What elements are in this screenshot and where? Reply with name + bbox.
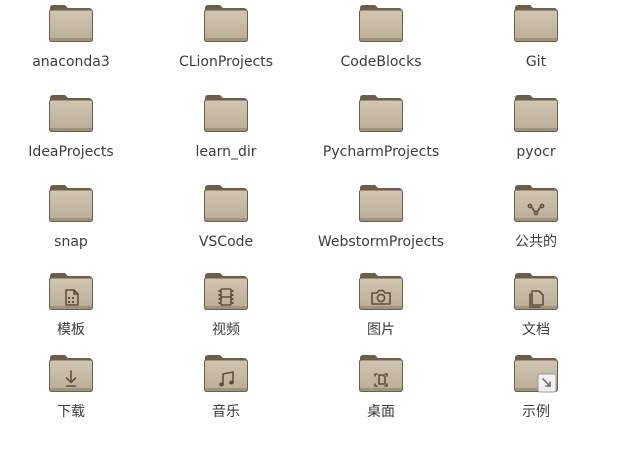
folder-item[interactable]: Git [466,2,606,70]
folder-label: WebstormProjects [317,234,445,250]
file-icon-grid: anaconda3 CLionProjects CodeBlocks Git IdeaP… [0,0,637,450]
folder-templates-icon [48,270,94,312]
folder-label: CLionProjects [178,54,274,70]
folder-icon [513,92,559,134]
folder-item[interactable]: CodeBlocks [311,2,451,70]
folder-public-share-icon [513,182,559,224]
folder-label: 图片 [367,322,395,338]
folder-label: PycharmProjects [322,144,440,160]
folder-item[interactable]: pyocr [466,92,606,160]
folder-item[interactable]: 公共的 [466,182,606,250]
folder-item[interactable]: 音乐 [156,352,296,420]
folder-icon [358,182,404,224]
folder-documents-icon [513,270,559,312]
folder-label: 视频 [212,322,240,338]
folder-item[interactable]: learn_dir [156,92,296,160]
folder-item[interactable]: 桌面 [311,352,451,420]
folder-item[interactable]: 示例 [466,352,606,420]
folder-label: 示例 [522,404,550,420]
folder-item[interactable]: 下载 [1,352,141,420]
folder-label: 模板 [57,322,85,338]
folder-label: 桌面 [367,404,395,420]
folder-label: IdeaProjects [28,144,114,160]
folder-icon [358,2,404,44]
folder-item[interactable]: WebstormProjects [311,182,451,250]
folder-icon [203,92,249,134]
folder-label: learn_dir [195,144,257,160]
folder-label: 音乐 [212,404,240,420]
folder-item[interactable]: 视频 [156,270,296,338]
folder-label: 文档 [522,322,550,338]
folder-item[interactable]: PycharmProjects [311,92,451,160]
folder-icon [513,2,559,44]
folder-icon [48,182,94,224]
folder-icon [203,2,249,44]
folder-label: 下载 [57,404,85,420]
folder-videos-icon [203,270,249,312]
folder-label: anaconda3 [32,54,110,70]
folder-icon [48,2,94,44]
folder-music-icon [203,352,249,394]
folder-icon [203,182,249,224]
folder-label: snap [54,234,88,250]
folder-label: VSCode [198,234,254,250]
folder-item[interactable]: 文档 [466,270,606,338]
folder-item[interactable]: CLionProjects [156,2,296,70]
folder-icon [358,92,404,134]
folder-download-icon [48,352,94,394]
folder-desktop-icon [358,352,404,394]
folder-item[interactable]: VSCode [156,182,296,250]
folder-label: pyocr [516,144,556,160]
folder-label: Git [525,54,547,70]
folder-label: 公共的 [515,234,557,250]
folder-label: CodeBlocks [340,54,422,70]
folder-item[interactable]: IdeaProjects [1,92,141,160]
folder-icon [48,92,94,134]
folder-item[interactable]: 模板 [1,270,141,338]
folder-pictures-icon [358,270,404,312]
folder-symlink-icon [513,352,559,394]
folder-item[interactable]: snap [1,182,141,250]
folder-item[interactable]: 图片 [311,270,451,338]
folder-item[interactable]: anaconda3 [1,2,141,70]
